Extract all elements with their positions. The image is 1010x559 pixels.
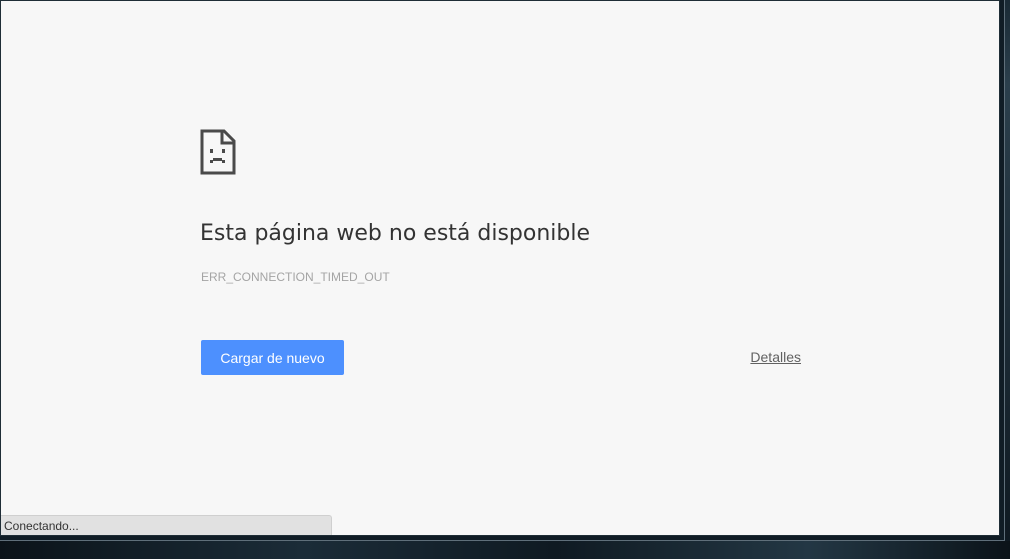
sad-page-icon <box>200 129 236 175</box>
details-link[interactable]: Detalles <box>750 349 801 365</box>
error-title: Esta página web no está disponible <box>200 221 591 246</box>
page-viewport: Esta página web no está disponible ERR_C… <box>0 0 1000 536</box>
status-bubble: Conectando... <box>1 515 332 535</box>
browser-window: Esta página web no está disponible ERR_C… <box>0 0 1005 541</box>
desktop-background-strip <box>0 541 1010 559</box>
reload-button[interactable]: Cargar de nuevo <box>201 340 344 375</box>
error-code: ERR_CONNECTION_TIMED_OUT <box>201 270 390 284</box>
